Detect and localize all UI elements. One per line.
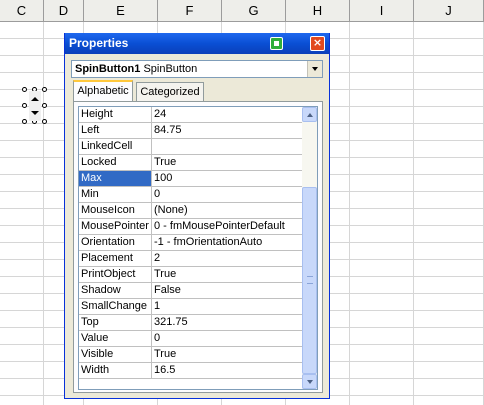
property-name[interactable]: Width <box>79 363 152 378</box>
spin-down-arrow-icon[interactable] <box>31 111 39 115</box>
object-type: SpinButton <box>143 63 198 75</box>
column-header-h[interactable]: H <box>286 0 350 21</box>
property-row[interactable]: PrintObject True <box>79 267 303 283</box>
column-header-bar: C D E F G H I J <box>0 0 484 22</box>
scrollbar-thumb[interactable] <box>302 187 317 374</box>
resize-handle[interactable] <box>42 103 47 108</box>
property-row[interactable]: Min 0 <box>79 187 303 203</box>
property-row[interactable]: MousePointer 0 - fmMousePointerDefault <box>79 219 303 235</box>
property-value[interactable] <box>152 139 303 154</box>
arrow-up-icon[interactable] <box>302 107 317 122</box>
tab-pane-alphabetic: Height 24 Left 84.75 LinkedCell Locked True… <box>73 101 323 393</box>
property-value[interactable]: -1 - fmOrientationAuto <box>152 235 303 250</box>
property-row[interactable]: Placement 2 <box>79 251 303 267</box>
spin-up-arrow-icon[interactable] <box>31 97 39 101</box>
column-header-i[interactable]: I <box>350 0 414 21</box>
green-square-icon[interactable] <box>270 37 283 50</box>
property-row[interactable]: Top 321.75 <box>79 315 303 331</box>
property-name[interactable]: MousePointer <box>79 219 152 234</box>
column-header-j[interactable]: J <box>414 0 484 21</box>
property-value[interactable]: 0 <box>152 187 303 202</box>
column-header-c[interactable]: C <box>0 0 44 21</box>
property-name[interactable]: Locked <box>79 155 152 170</box>
column-header-d[interactable]: D <box>44 0 84 21</box>
property-row[interactable]: Height 24 <box>79 107 303 123</box>
resize-handle[interactable] <box>22 87 27 92</box>
property-value[interactable]: 100 <box>152 171 303 186</box>
property-value[interactable]: 0 - fmMousePointerDefault <box>152 219 303 234</box>
resize-handle[interactable] <box>42 119 47 124</box>
property-row[interactable]: Width 16.5 <box>79 363 303 379</box>
property-value[interactable]: 24 <box>152 107 303 122</box>
property-value[interactable]: False <box>152 283 303 298</box>
object-selector-dropdown[interactable]: SpinButton1 SpinButton <box>71 60 323 78</box>
property-name[interactable]: Top <box>79 315 152 330</box>
property-row-selected[interactable]: Max 100 <box>79 171 303 187</box>
property-row[interactable]: Left 84.75 <box>79 123 303 139</box>
property-name[interactable]: Height <box>79 107 152 122</box>
properties-window[interactable]: Properties × SpinButton1 SpinButton Alph… <box>64 33 330 399</box>
property-row[interactable]: Value 0 <box>79 331 303 347</box>
property-value[interactable]: 0 <box>152 331 303 346</box>
chevron-down-icon[interactable] <box>307 61 322 77</box>
vertical-scrollbar[interactable] <box>302 107 317 389</box>
resize-handle[interactable] <box>22 103 27 108</box>
property-row[interactable]: LinkedCell <box>79 139 303 155</box>
property-name[interactable]: SmallChange <box>79 299 152 314</box>
property-name[interactable]: Orientation <box>79 235 152 250</box>
property-name[interactable]: Min <box>79 187 152 202</box>
property-grid[interactable]: Height 24 Left 84.75 LinkedCell Locked True… <box>78 106 318 390</box>
property-value[interactable]: 2 <box>152 251 303 266</box>
property-name-selected[interactable]: Max <box>79 171 152 186</box>
property-name[interactable]: PrintObject <box>79 267 152 282</box>
spin-button-body[interactable] <box>29 91 41 121</box>
property-name[interactable]: Shadow <box>79 283 152 298</box>
property-row[interactable]: Visible True <box>79 347 303 363</box>
column-header-f[interactable]: F <box>158 0 222 21</box>
tab-categorized[interactable]: Categorized <box>136 82 204 102</box>
property-name[interactable]: Placement <box>79 251 152 266</box>
property-row[interactable]: MouseIcon (None) <box>79 203 303 219</box>
property-value[interactable]: True <box>152 155 303 170</box>
property-value[interactable]: True <box>152 347 303 362</box>
window-title: Properties <box>69 36 129 50</box>
close-icon[interactable]: × <box>310 36 325 51</box>
column-header-e[interactable]: E <box>84 0 158 21</box>
property-name[interactable]: MouseIcon <box>79 203 152 218</box>
property-row[interactable]: Shadow False <box>79 283 303 299</box>
object-name: SpinButton1 <box>75 63 141 75</box>
property-name[interactable]: LinkedCell <box>79 139 152 154</box>
property-row[interactable]: SmallChange 1 <box>79 299 303 315</box>
property-value[interactable]: (None) <box>152 203 303 218</box>
property-name[interactable]: Value <box>79 331 152 346</box>
property-value[interactable]: True <box>152 267 303 282</box>
spin-button-control[interactable] <box>22 87 48 125</box>
property-value[interactable]: 321.75 <box>152 315 303 330</box>
arrow-down-icon[interactable] <box>302 374 317 389</box>
property-row[interactable]: Locked True <box>79 155 303 171</box>
property-value[interactable]: 1 <box>152 299 303 314</box>
property-value[interactable]: 16.5 <box>152 363 303 378</box>
properties-titlebar[interactable]: Properties <box>65 33 329 54</box>
property-row[interactable]: Orientation -1 - fmOrientationAuto <box>79 235 303 251</box>
property-name[interactable]: Visible <box>79 347 152 362</box>
property-value[interactable]: 84.75 <box>152 123 303 138</box>
property-name[interactable]: Left <box>79 123 152 138</box>
tab-alphabetic[interactable]: Alphabetic <box>73 80 133 102</box>
resize-handle[interactable] <box>42 87 47 92</box>
resize-handle[interactable] <box>22 119 27 124</box>
column-header-g[interactable]: G <box>222 0 286 21</box>
